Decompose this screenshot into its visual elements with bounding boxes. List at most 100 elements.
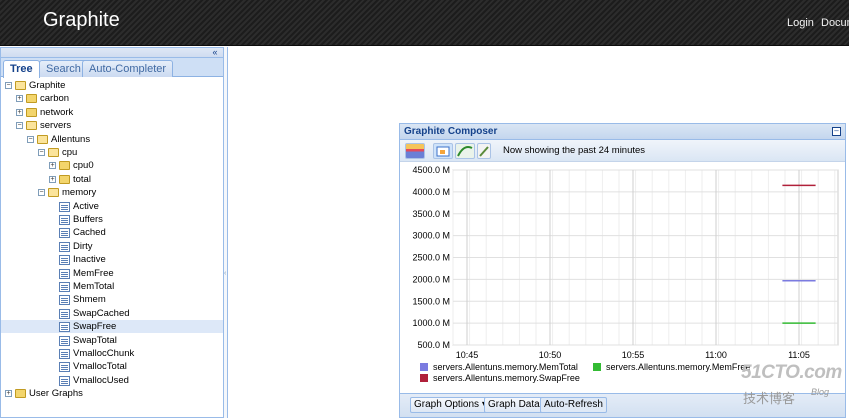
composer-titlebar[interactable]: Graphite Composer – <box>400 124 845 140</box>
y-tick-label: 1000.0 M <box>412 318 450 328</box>
collapse-toggle-icon[interactable]: − <box>16 122 23 130</box>
tree-folder-cpu0[interactable]: + cpu0 <box>1 159 223 172</box>
image-icon[interactable] <box>433 143 453 159</box>
tree-node-label: carbon <box>40 93 70 105</box>
expand-toggle-icon[interactable]: + <box>5 390 12 398</box>
y-tick-label: 4500.0 M <box>412 165 450 175</box>
collapse-toggle-icon[interactable]: − <box>5 82 12 89</box>
tree-node-label: network <box>40 106 74 118</box>
tree-folder-allentuns[interactable]: − Allentuns <box>1 133 223 146</box>
tree-leaf-vmalloctotal[interactable]: VmallocTotal <box>1 360 223 373</box>
tree-node-label: cpu <box>62 147 78 158</box>
graph-data-button[interactable]: Graph Data <box>484 397 544 413</box>
tree-leaf-inactive[interactable]: Inactive <box>1 253 223 266</box>
auto-refresh-button[interactable]: Auto-Refresh <box>540 397 607 413</box>
tree-node-label: User Graphs <box>29 388 83 400</box>
tree-node-label: Cached <box>73 227 106 239</box>
tree-leaf-swapcached[interactable]: SwapCached <box>1 307 223 320</box>
metric-icon <box>59 215 70 225</box>
panel-splitter[interactable] <box>224 47 228 418</box>
tree-node-label: memory <box>62 187 97 199</box>
graph-options-button[interactable]: Graph Options ▾ <box>410 397 491 413</box>
tree-leaf-shmem[interactable]: Shmem <box>1 293 223 306</box>
tab-strip: Tree Search Auto-Completer <box>1 58 223 78</box>
legend-label: servers.Allentuns.memory.MemTotal <box>433 362 578 372</box>
refresh-graph-icon[interactable] <box>455 143 475 159</box>
collapse-toggle-icon[interactable]: − <box>27 135 34 143</box>
metric-icon <box>59 335 70 346</box>
tree-folder-user-graphs[interactable]: + User Graphs <box>1 387 223 400</box>
tree-leaf-cached[interactable]: Cached <box>1 226 223 239</box>
metric-icon <box>59 362 70 373</box>
folder-icon <box>15 81 26 90</box>
splitter-grip-icon[interactable]: ‹ <box>224 270 228 277</box>
watermark-blog: Blog <box>811 387 830 397</box>
tree-leaf-memtotal[interactable]: MemTotal <box>1 280 223 293</box>
expand-toggle-icon[interactable]: + <box>16 95 23 103</box>
tree-node-label: Inactive <box>73 254 106 266</box>
tree-folder-cpu[interactable]: − cpu <box>1 146 223 159</box>
tree-leaf-vmallocused[interactable]: VmallocUsed <box>1 374 223 387</box>
tree-leaf-buffers[interactable]: Buffers <box>1 213 223 226</box>
watermark-logo: 51CTO.com <box>741 362 842 383</box>
tree-node-label: SwapTotal <box>73 334 117 346</box>
tree-folder-servers[interactable]: − servers <box>1 119 223 132</box>
x-tick-label: 10:55 <box>622 350 645 360</box>
graph-svg: 4500.0 M 4000.0 M 3500.0 M 3000.0 M 2500.0 M… <box>412 165 839 383</box>
metric-icon <box>59 349 70 359</box>
navigation-panel: « Tree Search Auto-Completer − Graphite + c… <box>0 47 224 418</box>
tree-leaf-vmallocchunk[interactable]: VmallocChunk <box>1 347 223 360</box>
tab-auto-completer[interactable]: Auto-Completer <box>82 60 174 77</box>
x-tick-label: 10:50 <box>539 350 562 360</box>
docs-link[interactable]: Docum <box>821 17 849 29</box>
tree-node-label: Buffers <box>73 214 103 225</box>
folder-icon <box>26 121 37 131</box>
tree-folder-memory[interactable]: − memory <box>1 186 223 199</box>
panel-header: « <box>1 48 223 58</box>
tab-search[interactable]: Search <box>39 60 88 77</box>
metric-icon <box>59 375 70 386</box>
folder-icon <box>26 107 37 117</box>
metric-icon <box>59 322 70 333</box>
collapse-icon[interactable]: « <box>209 48 221 58</box>
minimize-icon[interactable]: – <box>832 127 841 136</box>
folder-icon <box>59 174 70 184</box>
tree-node-label: SwapCached <box>73 307 130 319</box>
x-tick-label: 11:05 <box>788 350 810 360</box>
tree-node-label: Shmem <box>73 294 106 306</box>
expand-toggle-icon[interactable]: + <box>49 162 56 170</box>
edit-icon[interactable] <box>477 143 491 159</box>
tab-tree[interactable]: Tree <box>3 60 40 78</box>
login-link[interactable]: Login <box>787 17 814 29</box>
folder-icon <box>59 161 70 171</box>
folder-icon <box>15 389 26 399</box>
tree-leaf-swapfree[interactable]: SwapFree <box>1 320 223 334</box>
tree-folder-network[interactable]: + network <box>1 106 223 119</box>
tree-node-label: Graphite <box>29 80 66 91</box>
tree-folder-carbon[interactable]: + carbon <box>1 92 223 105</box>
tree-node-label: Allentuns <box>51 133 91 145</box>
legend-swatch <box>420 374 428 382</box>
x-tick-label: 10:45 <box>456 350 479 360</box>
folder-icon <box>26 94 37 104</box>
expand-toggle-icon[interactable]: + <box>16 108 23 116</box>
tree-node-label: servers <box>40 120 72 132</box>
collapse-toggle-icon[interactable]: − <box>38 149 45 156</box>
graph-options-icon[interactable] <box>405 143 425 159</box>
collapse-toggle-icon[interactable]: − <box>38 189 45 197</box>
tree-node-label: SwapFree <box>73 321 117 333</box>
y-tick-label: 1500.0 M <box>412 296 450 306</box>
expand-toggle-icon[interactable]: + <box>49 175 56 183</box>
tree-node-label: MemFree <box>73 267 114 279</box>
tree-leaf-dirty[interactable]: Dirty <box>1 240 223 253</box>
tree-leaf-memfree[interactable]: MemFree <box>1 267 223 280</box>
tree-folder-total[interactable]: + total <box>1 173 223 186</box>
metric-icon <box>59 241 70 252</box>
tree-leaf-active[interactable]: Active <box>1 200 223 213</box>
tree-folder-graphite[interactable]: − Graphite <box>1 79 223 92</box>
graph-area: 4500.0 M 4000.0 M 3500.0 M 3000.0 M 2500.0 M… <box>400 163 845 393</box>
y-tick-label: 4000.0 M <box>412 187 450 197</box>
folder-icon <box>37 134 48 144</box>
tree-leaf-swaptotal[interactable]: SwapTotal <box>1 334 223 347</box>
metric-icon <box>59 228 70 239</box>
